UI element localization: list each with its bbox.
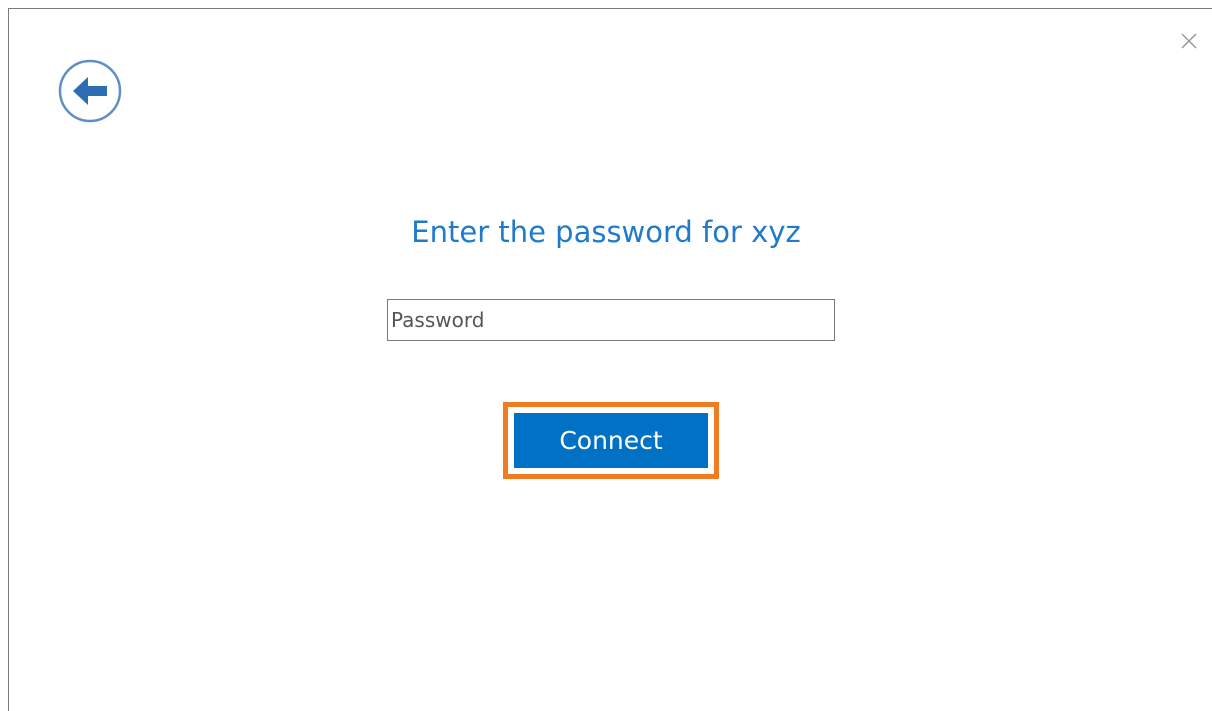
connect-button[interactable]: Connect	[514, 413, 708, 468]
password-input[interactable]	[387, 299, 835, 341]
connect-button-highlight: Connect	[503, 402, 719, 479]
back-button[interactable]	[57, 58, 123, 124]
close-icon	[1181, 33, 1197, 49]
connect-dialog	[8, 8, 1212, 711]
close-button[interactable]	[1175, 27, 1203, 55]
page-title: Enter the password for xyz	[411, 215, 801, 249]
back-arrow-icon	[58, 59, 122, 123]
